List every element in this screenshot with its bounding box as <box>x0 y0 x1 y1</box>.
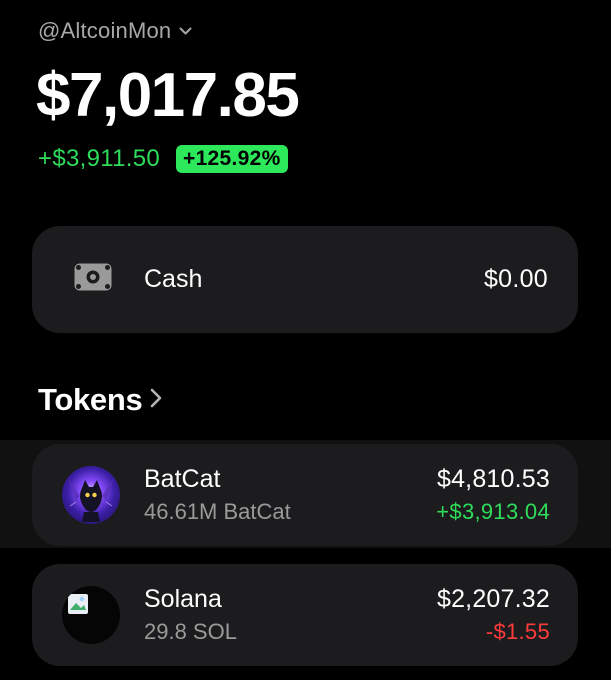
cash-card[interactable]: Cash $0.00 <box>32 226 578 333</box>
solana-token-avatar <box>62 586 120 644</box>
account-handle: @AltcoinMon <box>38 18 172 43</box>
account-switcher[interactable]: @AltcoinMon <box>38 16 192 46</box>
token-quantity: 46.61M BatCat <box>144 499 291 524</box>
token-row-batcat[interactable]: BatCat 46.61M BatCat $4,810.53 +$3,913.0… <box>32 444 578 546</box>
chevron-down-icon <box>179 27 192 36</box>
token-change: -$1.55 <box>485 619 550 644</box>
portfolio-change-row: +$3,911.50 +125.92% <box>38 143 288 175</box>
token-quantity: 29.8 SOL <box>144 619 237 644</box>
portfolio-change-amount: +$3,911.50 <box>38 145 161 172</box>
batcat-token-avatar <box>62 466 120 524</box>
token-change: +$3,913.04 <box>436 499 550 524</box>
token-value: $4,810.53 <box>436 465 550 493</box>
token-value: $2,207.32 <box>436 585 550 613</box>
cash-value: $0.00 <box>483 265 548 293</box>
portfolio-balance: $7,017.85 <box>36 61 300 130</box>
chevron-right-icon <box>150 388 162 413</box>
token-name: BatCat <box>144 465 221 493</box>
token-row-solana[interactable]: Solana 29.8 SOL $2,207.32 -$1.55 <box>32 564 578 666</box>
banknote-icon <box>74 263 112 296</box>
tokens-section-header[interactable]: Tokens <box>38 382 162 418</box>
cash-label: Cash <box>144 265 203 293</box>
tokens-section-title: Tokens <box>38 382 143 417</box>
token-name: Solana <box>144 585 222 613</box>
portfolio-change-percent-badge: +125.92% <box>176 145 288 173</box>
